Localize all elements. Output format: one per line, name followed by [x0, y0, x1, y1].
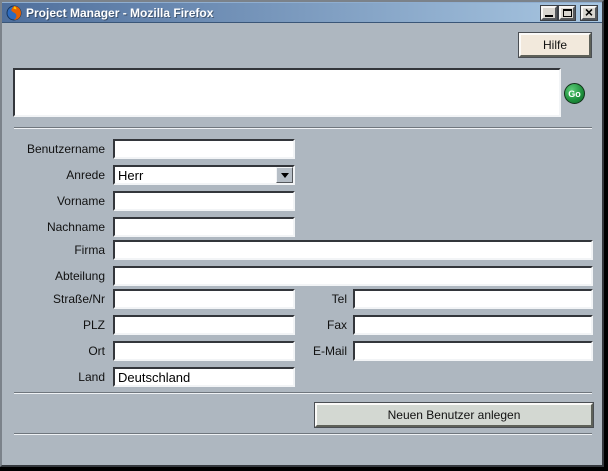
form-row-nachname: Nachname [2, 217, 602, 237]
land-label: Land [10, 370, 105, 384]
titlebar[interactable]: Project Manager - Mozilla Firefox × [2, 2, 602, 23]
anrede-selected-value: Herr [115, 168, 276, 183]
vorname-label: Vorname [10, 194, 105, 208]
benutzername-input[interactable] [113, 139, 295, 159]
abteilung-label: Abteilung [10, 269, 105, 283]
window-title: Project Manager - Mozilla Firefox [26, 6, 541, 20]
benutzername-label: Benutzername [10, 142, 105, 156]
firma-label: Firma [10, 243, 105, 257]
anrede-label: Anrede [10, 168, 105, 182]
fax-input[interactable] [353, 315, 593, 335]
firefox-icon [6, 5, 22, 21]
ort-label: Ort [10, 344, 105, 358]
form-row-firma: Firma [2, 240, 602, 260]
anrede-select[interactable]: Herr [113, 165, 295, 185]
maximize-icon [563, 9, 572, 17]
form-row-land: Land [2, 367, 602, 387]
abteilung-input[interactable] [113, 266, 593, 286]
down-triangle-glyph [281, 173, 289, 178]
chevron-down-icon[interactable] [276, 167, 293, 183]
email-label: E-Mail [252, 344, 347, 358]
project-manager-window: Project Manager - Mozilla Firefox × Hilf… [0, 0, 604, 467]
email-input[interactable] [353, 341, 593, 361]
go-button[interactable]: Go [564, 83, 585, 104]
vorname-input[interactable] [113, 191, 295, 211]
maximize-button[interactable] [559, 6, 575, 20]
form-row-plz-fax: PLZ Fax [2, 315, 602, 335]
form-row-vorname: Vorname [2, 191, 602, 211]
nachname-input[interactable] [113, 217, 295, 237]
form-row-anrede: Anrede Herr [2, 165, 602, 185]
nachname-label: Nachname [10, 220, 105, 234]
main-text-area[interactable] [13, 68, 561, 117]
close-button[interactable]: × [581, 6, 597, 20]
plz-label: PLZ [10, 318, 105, 332]
form-row-abteilung: Abteilung [2, 266, 602, 286]
separator-bottom [14, 433, 592, 435]
minimize-button[interactable] [541, 6, 557, 20]
tel-input[interactable] [353, 289, 593, 309]
firma-input[interactable] [113, 240, 593, 260]
separator-top [14, 127, 592, 129]
form-row-ort-email: Ort E-Mail [2, 341, 602, 361]
window-controls: × [541, 6, 597, 20]
separator-above-button [14, 392, 592, 394]
minimize-icon [545, 15, 553, 17]
land-input[interactable] [113, 367, 295, 387]
fax-label: Fax [252, 318, 347, 332]
create-user-button[interactable]: Neuen Benutzer anlegen [315, 403, 593, 427]
strasse-label: Straße/Nr [10, 292, 105, 306]
form-row-strasse-tel: Straße/Nr Tel [2, 289, 602, 309]
form-row-benutzername: Benutzername [2, 139, 602, 159]
tel-label: Tel [252, 292, 347, 306]
help-button[interactable]: Hilfe [519, 33, 591, 57]
close-icon: × [585, 8, 593, 17]
